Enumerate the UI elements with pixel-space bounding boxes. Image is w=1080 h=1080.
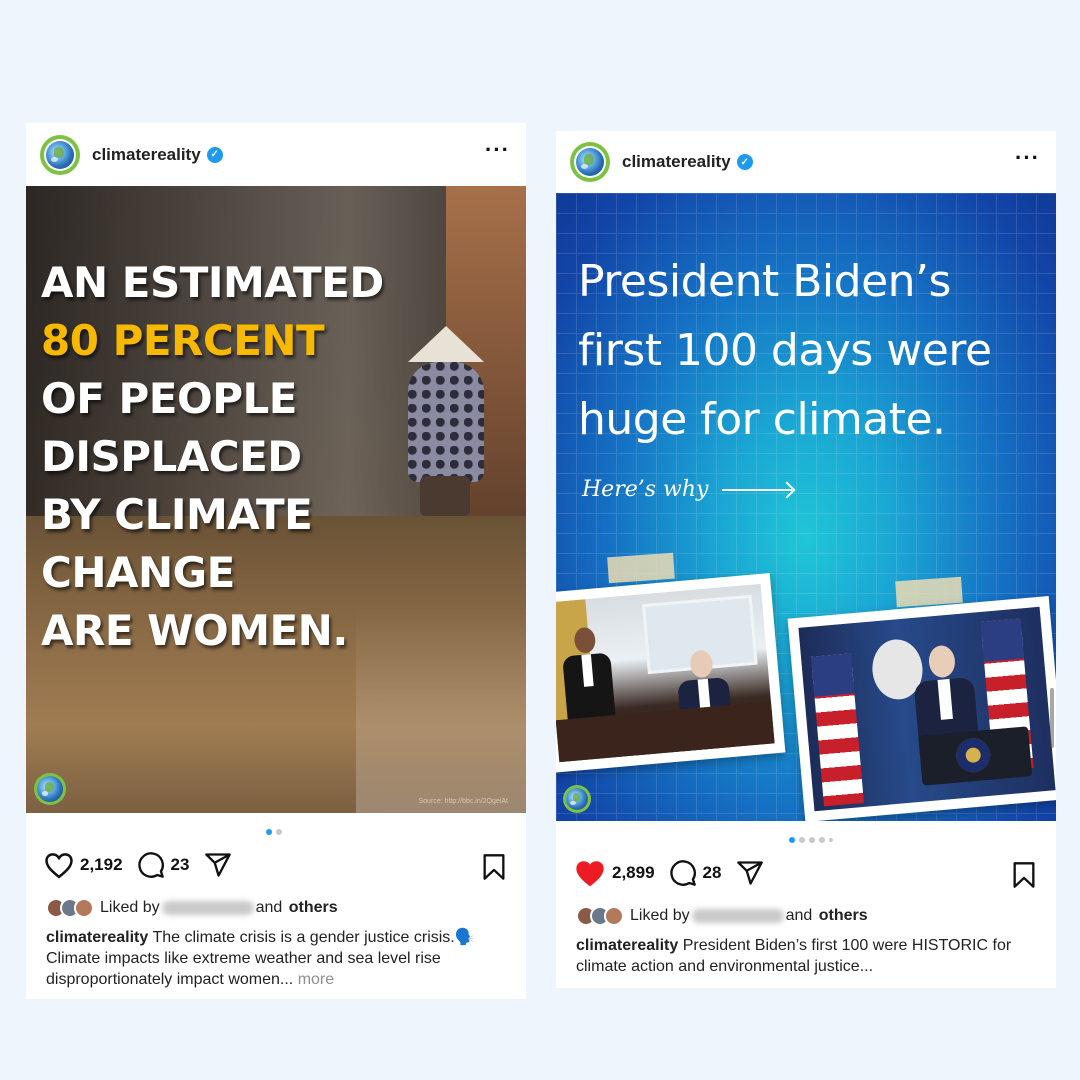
more-options-icon[interactable]: ··· bbox=[485, 139, 510, 161]
heres-why: Here’s why bbox=[582, 477, 793, 502]
post-header: climatereality ✓ ··· bbox=[556, 131, 1056, 193]
carousel-dots bbox=[789, 837, 833, 843]
post-card-2: climatereality ✓ ··· President Biden’s f… bbox=[556, 131, 1056, 988]
image-source: Source: http://bbc.in/2QgeiAt bbox=[418, 798, 509, 805]
person-wading bbox=[398, 326, 508, 556]
liked-by[interactable]: Liked by and others bbox=[46, 898, 338, 918]
bookmark-icon bbox=[483, 854, 505, 880]
photo-podium bbox=[787, 595, 1056, 821]
comment-icon bbox=[137, 852, 164, 878]
scrollbar[interactable] bbox=[1050, 688, 1054, 748]
carousel-dots bbox=[266, 829, 282, 835]
save-button[interactable] bbox=[1012, 861, 1036, 894]
more-link[interactable]: more bbox=[298, 971, 334, 988]
verified-badge-icon: ✓ bbox=[206, 146, 223, 163]
comment-count: 23 bbox=[170, 855, 190, 874]
like-count: 2,899 bbox=[612, 863, 655, 882]
globe-avatar-icon bbox=[46, 140, 74, 169]
more-options-icon[interactable]: ··· bbox=[1015, 147, 1040, 169]
post-image[interactable]: President Biden’s first 100 days were hu… bbox=[556, 193, 1056, 821]
like-button[interactable]: 2,192 bbox=[44, 851, 123, 879]
headline-highlight: 80 PERCENT bbox=[41, 316, 325, 365]
liked-by[interactable]: Liked by and others bbox=[576, 906, 868, 926]
share-button[interactable] bbox=[735, 859, 765, 887]
profile-avatar[interactable] bbox=[40, 134, 80, 175]
globe-avatar-icon bbox=[576, 148, 604, 176]
action-bar: 2,899 28 bbox=[574, 859, 779, 887]
username[interactable]: climatereality bbox=[92, 145, 201, 165]
photo-signing bbox=[556, 573, 786, 773]
post-card-1: climatereality ✓ ··· AN ESTIMATED 80 PER… bbox=[26, 123, 526, 999]
heart-icon bbox=[576, 861, 604, 887]
post-title: President Biden’s first 100 days were hu… bbox=[578, 256, 992, 445]
like-button[interactable]: 2,899 bbox=[574, 859, 655, 887]
profile-avatar[interactable] bbox=[570, 142, 610, 182]
comment-button[interactable]: 28 bbox=[669, 859, 722, 887]
username[interactable]: climatereality bbox=[622, 152, 731, 172]
caption-username[interactable]: climatereality bbox=[46, 929, 148, 946]
brand-globe-icon bbox=[34, 773, 66, 805]
comment-icon bbox=[669, 860, 696, 886]
post-caption: climatereality The climate crisis is a g… bbox=[46, 927, 506, 990]
verified-badge-icon: ✓ bbox=[736, 154, 753, 170]
post-header: climatereality ✓ ··· bbox=[26, 123, 526, 186]
like-count: 2,192 bbox=[80, 855, 123, 874]
heart-icon bbox=[45, 853, 73, 879]
share-button[interactable] bbox=[203, 851, 233, 879]
liker-avatars bbox=[46, 898, 94, 918]
bookmark-icon bbox=[1013, 862, 1035, 888]
headline-text: AN ESTIMATED 80 PERCENT OF PEOPLE DISPLA… bbox=[41, 258, 384, 655]
caption-username[interactable]: climatereality bbox=[576, 937, 678, 954]
post-caption: climatereality President Biden’s first 1… bbox=[576, 935, 1036, 977]
post-image[interactable]: AN ESTIMATED 80 PERCENT OF PEOPLE DISPLA… bbox=[26, 186, 526, 813]
share-icon bbox=[737, 861, 764, 885]
brand-globe-icon bbox=[563, 785, 591, 813]
action-bar: 2,192 23 bbox=[44, 851, 247, 879]
arrow-right-icon bbox=[722, 488, 793, 491]
save-button[interactable] bbox=[482, 853, 506, 886]
liker-avatars bbox=[576, 906, 624, 926]
blurred-username bbox=[691, 909, 784, 923]
comment-count: 28 bbox=[702, 863, 722, 882]
blurred-username bbox=[161, 901, 254, 915]
share-icon bbox=[205, 853, 232, 877]
comment-button[interactable]: 23 bbox=[137, 851, 190, 879]
